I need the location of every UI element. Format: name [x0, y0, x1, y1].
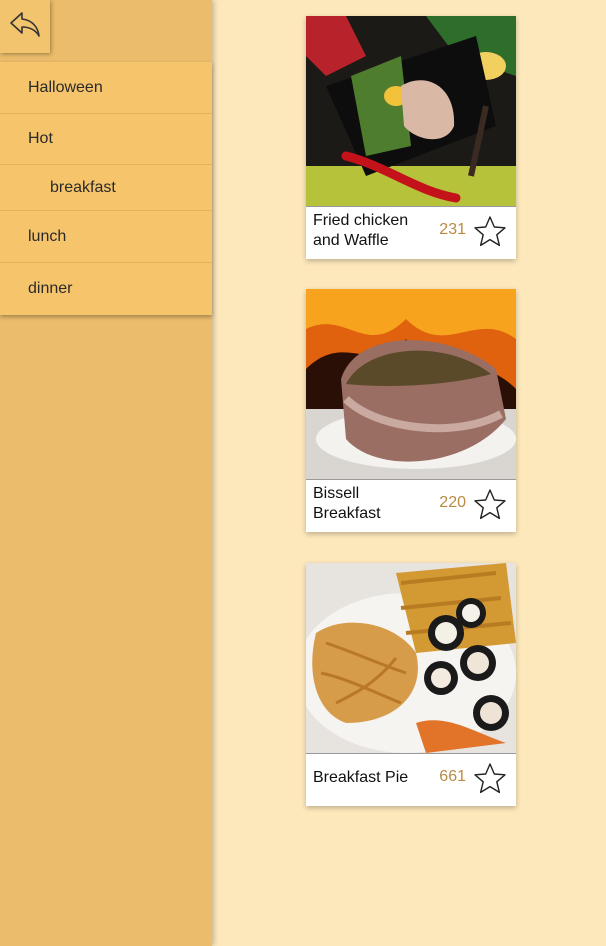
menu-item-label: lunch [28, 227, 67, 245]
menu-item-dinner[interactable]: dinner [0, 263, 212, 315]
category-menu: Halloween Hot breakfast lunch dinner [0, 62, 212, 315]
recipe-card[interactable]: Fried chicken and Waffle 231 [306, 16, 516, 259]
menu-item-label: breakfast [50, 178, 116, 196]
back-button[interactable] [0, 0, 50, 53]
recipe-name: Fried chicken and Waffle [313, 212, 409, 249]
recipe-info: Breakfast Pie 661 [306, 753, 516, 806]
recipe-photo [306, 16, 516, 206]
recipe-photo [306, 289, 516, 479]
menu-item-breakfast[interactable]: breakfast [0, 165, 212, 211]
menu-item-label: dinner [28, 280, 73, 297]
star-outline-icon[interactable] [473, 215, 507, 254]
menu-item-label: Hot [28, 130, 53, 147]
recipe-info: Bissell Breakfast 220 [306, 479, 516, 532]
recipe-name: Bissell Breakfast [313, 485, 381, 522]
star-outline-icon[interactable] [473, 488, 507, 527]
recipe-info: Fried chicken and Waffle 231 [306, 206, 516, 259]
menu-item-halloween[interactable]: Halloween [0, 62, 212, 114]
menu-item-lunch[interactable]: lunch [0, 211, 212, 263]
recipe-card[interactable]: Breakfast Pie 661 [306, 563, 516, 806]
menu-item-label: Halloween [28, 78, 103, 96]
menu-item-hot[interactable]: Hot [0, 114, 212, 165]
star-outline-icon[interactable] [473, 762, 507, 801]
sidebar: Halloween Hot breakfast lunch dinner [0, 0, 212, 946]
reply-arrow-icon [8, 9, 42, 44]
favorite-count: 661 [439, 768, 466, 785]
recipe-card[interactable]: Bissell Breakfast 220 [306, 289, 516, 532]
recipe-name: Breakfast Pie [313, 769, 409, 786]
favorite-count: 231 [439, 221, 466, 238]
favorite-count: 220 [439, 494, 466, 511]
recipe-photo [306, 563, 516, 753]
